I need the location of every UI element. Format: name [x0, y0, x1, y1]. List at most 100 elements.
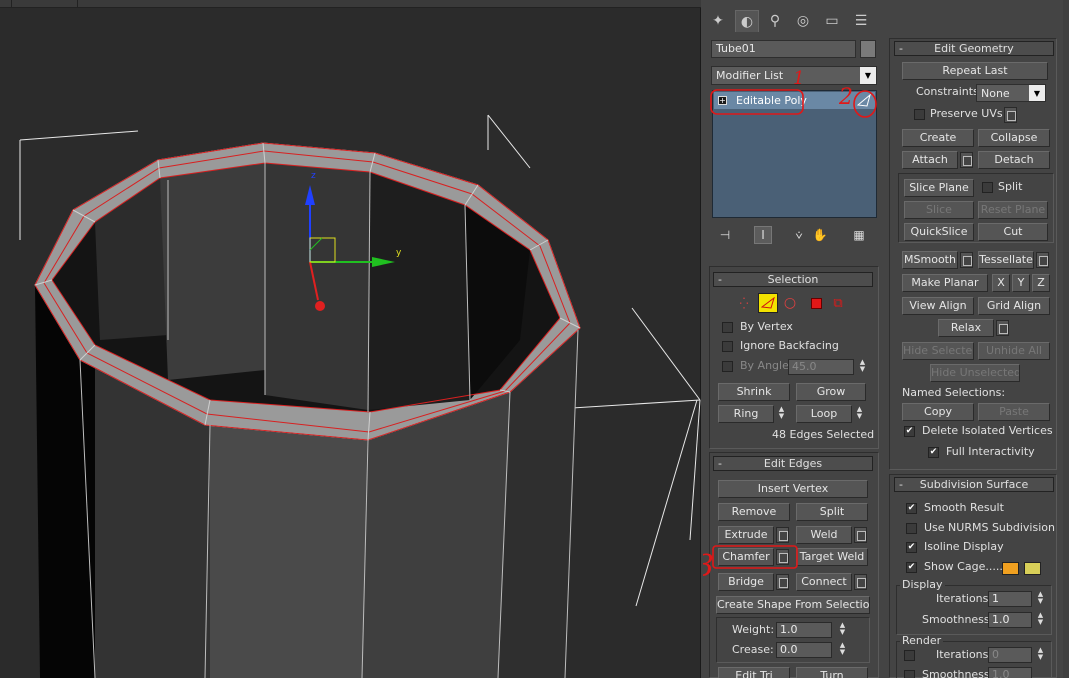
- weight-input[interactable]: 1.0: [776, 622, 832, 638]
- show-end-result-icon[interactable]: Ⅰ: [754, 226, 772, 244]
- smoothness-input[interactable]: 1.0: [988, 612, 1032, 628]
- bridge-button[interactable]: Bridge: [718, 573, 774, 591]
- create-tab-icon[interactable]: ✦: [706, 10, 730, 32]
- paste-button[interactable]: Paste: [978, 403, 1050, 421]
- isoline-display-checkbox[interactable]: ✔: [906, 542, 917, 553]
- show-cage-checkbox[interactable]: ✔: [906, 562, 917, 573]
- weld-settings-button[interactable]: [854, 527, 867, 543]
- element-mode-icon[interactable]: ⧉: [828, 293, 848, 313]
- by-vertex-checkbox[interactable]: [722, 322, 733, 333]
- cage-color-swatch-1[interactable]: [1002, 562, 1019, 575]
- full-interactivity-checkbox[interactable]: ✔: [928, 447, 939, 458]
- target-weld-button[interactable]: Target Weld: [796, 548, 868, 566]
- border-mode-icon[interactable]: ○: [780, 293, 800, 313]
- modifier-list-dropdown[interactable]: Modifier List ▼: [711, 66, 877, 85]
- remove-modifier-icon[interactable]: ✋: [811, 226, 829, 244]
- display-tab-icon[interactable]: ▭: [820, 10, 844, 32]
- collapse-button[interactable]: Collapse: [978, 129, 1050, 147]
- reset-plane-button[interactable]: Reset Plane: [978, 201, 1048, 219]
- unhide-all-button[interactable]: Unhide All: [978, 342, 1050, 360]
- remove-button[interactable]: Remove: [718, 503, 790, 521]
- polygon-mode-icon[interactable]: [806, 293, 826, 313]
- crease-spinner[interactable]: ▲ ▼: [838, 642, 847, 658]
- preserve-uvs-settings-button[interactable]: [1004, 107, 1017, 123]
- connect-settings-button[interactable]: [854, 574, 867, 590]
- ring-spinner[interactable]: ▲ ▼: [777, 406, 786, 422]
- pin-stack-icon[interactable]: ⊣: [716, 226, 734, 244]
- smoothness-spinner[interactable]: ▲ ▼: [1036, 612, 1045, 628]
- relax-settings-button[interactable]: [996, 320, 1009, 336]
- loop-spinner[interactable]: ▲ ▼: [855, 406, 864, 422]
- detach-button[interactable]: Detach: [978, 151, 1050, 169]
- iterations-spinner[interactable]: ▲ ▼: [1036, 591, 1045, 607]
- edit-geometry-rollout-header[interactable]: - Edit Geometry: [894, 41, 1054, 56]
- create-button[interactable]: Create: [902, 129, 974, 147]
- bridge-settings-button[interactable]: [776, 574, 789, 590]
- slice-button[interactable]: Slice: [904, 201, 974, 219]
- grid-align-button[interactable]: Grid Align: [978, 297, 1050, 315]
- extrude-settings-button[interactable]: [776, 527, 789, 543]
- iterations-input[interactable]: 1: [988, 591, 1032, 607]
- make-planar-button[interactable]: Make Planar: [902, 274, 988, 292]
- motion-tab-icon[interactable]: ◎: [791, 10, 815, 32]
- split-edges-button[interactable]: Split: [796, 503, 868, 521]
- crease-input[interactable]: 0.0: [776, 642, 832, 658]
- repeat-last-button[interactable]: Repeat Last: [902, 62, 1048, 80]
- perspective-viewport[interactable]: z y: [0, 0, 701, 678]
- stack-item-editable-poly[interactable]: + Editable Poly: [714, 92, 875, 109]
- vertex-mode-icon[interactable]: ⁛: [734, 293, 754, 313]
- hide-selected-button[interactable]: Hide Selected: [902, 342, 974, 360]
- insert-vertex-button[interactable]: Insert Vertex: [718, 480, 868, 498]
- planar-x-button[interactable]: X: [992, 274, 1010, 292]
- chamfer-settings-button[interactable]: [776, 549, 789, 565]
- weight-spinner[interactable]: ▲ ▼: [838, 622, 847, 638]
- extrude-button[interactable]: Extrude: [718, 526, 774, 544]
- chamfer-button[interactable]: Chamfer: [718, 548, 774, 566]
- planar-y-button[interactable]: Y: [1012, 274, 1030, 292]
- smooth-result-checkbox[interactable]: ✔: [906, 503, 917, 514]
- subdivision-rollout-header[interactable]: - Subdivision Surface: [894, 477, 1054, 492]
- split-checkbox[interactable]: [982, 182, 993, 193]
- hide-unselected-button[interactable]: Hide Unselected: [930, 364, 1020, 382]
- panel-scrollbar[interactable]: [1063, 0, 1069, 678]
- object-color-swatch[interactable]: [860, 40, 876, 58]
- msmooth-settings-button[interactable]: [960, 252, 973, 268]
- planar-z-button[interactable]: Z: [1032, 274, 1050, 292]
- relax-button[interactable]: Relax: [938, 319, 994, 337]
- render-iterations-spinner[interactable]: ▲ ▼: [1036, 647, 1045, 663]
- quickslice-button[interactable]: QuickSlice: [904, 223, 974, 241]
- angle-spinner[interactable]: ▲ ▼: [858, 359, 867, 375]
- edit-tri-button[interactable]: Edit Tri: [718, 667, 790, 678]
- attach-button[interactable]: Attach: [902, 151, 958, 169]
- copy-button[interactable]: Copy: [902, 403, 974, 421]
- render-iterations-checkbox[interactable]: [904, 650, 915, 661]
- ring-button[interactable]: Ring: [718, 405, 774, 423]
- angle-input[interactable]: 45.0: [788, 359, 854, 375]
- slice-plane-button[interactable]: Slice Plane: [904, 179, 974, 197]
- selection-rollout-header[interactable]: - Selection: [713, 272, 873, 287]
- preserve-uvs-checkbox[interactable]: [914, 109, 925, 120]
- modifier-stack-list[interactable]: + Editable Poly: [712, 90, 877, 218]
- loop-button[interactable]: Loop: [796, 405, 852, 423]
- tessellate-settings-button[interactable]: [1036, 252, 1049, 268]
- cage-color-swatch-2[interactable]: [1024, 562, 1041, 575]
- use-nurms-checkbox[interactable]: [906, 523, 917, 534]
- expand-icon[interactable]: +: [718, 96, 727, 105]
- object-name-field[interactable]: Tube01: [711, 40, 856, 58]
- view-align-button[interactable]: View Align: [902, 297, 974, 315]
- attach-list-button[interactable]: [960, 152, 973, 168]
- edit-edges-rollout-header[interactable]: - Edit Edges: [713, 456, 873, 471]
- by-angle-checkbox[interactable]: [722, 361, 733, 372]
- shrink-button[interactable]: Shrink: [718, 383, 790, 401]
- edge-mode-icon[interactable]: [758, 293, 778, 313]
- hierarchy-tab-icon[interactable]: ⚲: [763, 10, 787, 32]
- render-smoothness-checkbox[interactable]: [904, 670, 915, 678]
- render-iterations-input[interactable]: 0: [988, 647, 1032, 663]
- configure-sets-icon[interactable]: ▦: [850, 226, 868, 244]
- constraints-dropdown[interactable]: None ▼: [976, 84, 1046, 102]
- cut-button[interactable]: Cut: [978, 223, 1048, 241]
- connect-button[interactable]: Connect: [796, 573, 852, 591]
- delete-isolated-checkbox[interactable]: ✔: [904, 426, 915, 437]
- make-unique-icon[interactable]: ⩒: [790, 226, 808, 244]
- grow-button[interactable]: Grow: [796, 383, 866, 401]
